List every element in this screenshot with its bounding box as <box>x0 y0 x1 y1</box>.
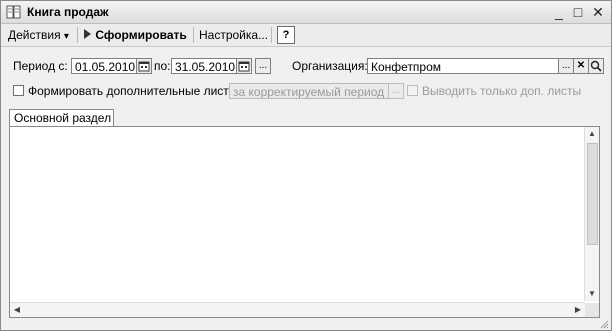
scroll-left-icon[interactable]: ◀ <box>11 304 23 316</box>
generate-label: Сформировать <box>95 28 187 42</box>
horizontal-scrollbar[interactable]: ◀ ▶ <box>10 302 585 317</box>
title-bar: Книга продаж _ □ ✕ <box>1 1 611 24</box>
organization-field[interactable]: Конфетпром <box>367 58 559 74</box>
calendar-icon[interactable] <box>236 58 252 74</box>
period-from-label: Период с: <box>13 59 68 73</box>
toolbar: Действия ▾ Сформировать Настройка... ? <box>1 24 611 47</box>
organization-select-button[interactable]: ... <box>558 58 574 74</box>
scroll-right-icon[interactable]: ▶ <box>572 304 584 316</box>
generate-button[interactable]: Сформировать <box>83 27 187 43</box>
toolbar-separator <box>77 27 78 43</box>
only-additional-checkbox[interactable] <box>407 85 418 96</box>
adjusted-period-field[interactable]: за корректируемый период <box>229 83 389 99</box>
resize-grip-icon[interactable] <box>599 318 609 329</box>
adjusted-period-select-button[interactable]: ... <box>388 83 404 99</box>
calendar-icon[interactable] <box>136 58 152 74</box>
period-select-button[interactable]: ... <box>255 58 271 74</box>
toolbar-separator <box>271 27 272 43</box>
report-panel: ▲ ▼ ◀ ▶ <box>9 126 600 318</box>
scroll-down-icon[interactable]: ▼ <box>586 288 598 300</box>
play-arrow-icon <box>84 29 91 39</box>
period-from-field[interactable]: 01.05.2010 <box>71 58 137 74</box>
minimize-button[interactable]: _ <box>551 4 567 20</box>
close-icon[interactable]: ✕ <box>573 58 589 74</box>
tab-main-section[interactable]: Основной раздел <box>9 109 114 127</box>
only-additional-label: Выводить только доп. листы <box>422 84 582 98</box>
actions-menu[interactable]: Действия ▾ <box>8 27 69 43</box>
scroll-corner <box>585 303 599 317</box>
book-icon <box>6 4 22 20</box>
organization-label: Организация: <box>292 59 368 73</box>
toolbar-separator <box>193 27 194 43</box>
vertical-scroll-thumb[interactable] <box>587 143 598 245</box>
close-button[interactable]: ✕ <box>590 4 606 20</box>
vertical-scrollbar[interactable]: ▲ ▼ <box>584 127 599 301</box>
chevron-down-icon: ▾ <box>63 31 69 42</box>
period-to-label: по: <box>154 59 171 73</box>
additional-sheets-label: Формировать дополнительные листы <box>28 84 238 98</box>
window-title: Книга продаж <box>27 5 109 19</box>
help-button[interactable]: ? <box>277 26 295 44</box>
period-to-field[interactable]: 31.05.2010 <box>171 58 237 74</box>
search-icon[interactable] <box>588 58 604 74</box>
actions-label: Действия <box>8 28 61 42</box>
report-window: Книга продаж _ □ ✕ Действия ▾ Сформирова… <box>0 0 612 331</box>
settings-button[interactable]: Настройка... <box>199 27 268 43</box>
scroll-up-icon[interactable]: ▲ <box>586 128 598 140</box>
maximize-button[interactable]: □ <box>570 4 586 20</box>
additional-sheets-checkbox[interactable] <box>13 85 24 96</box>
